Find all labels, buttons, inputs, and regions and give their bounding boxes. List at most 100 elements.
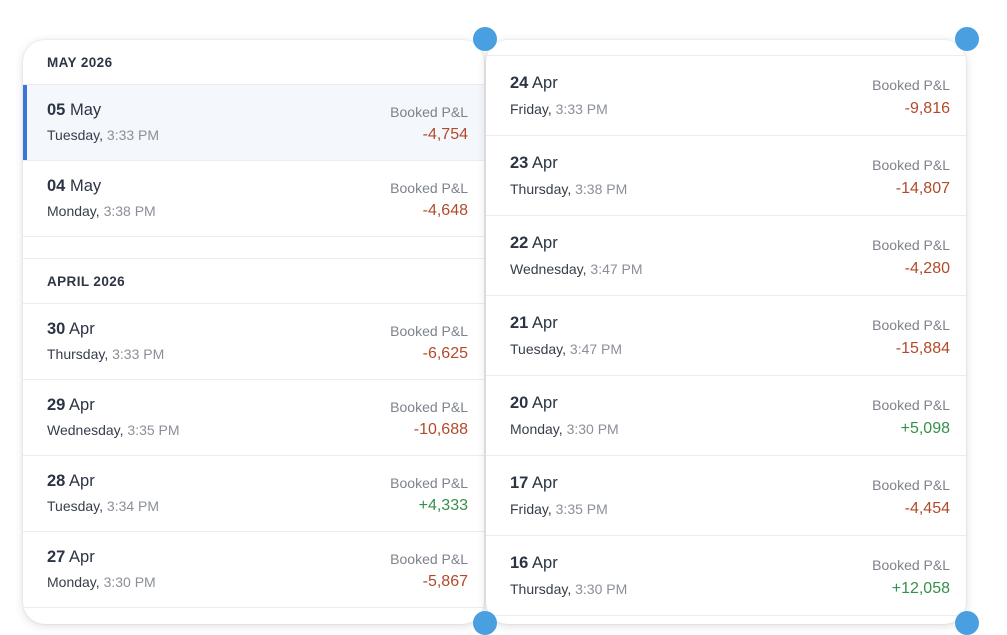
booked-pnl-label: Booked P&L bbox=[872, 157, 950, 173]
resize-handle-top-left[interactable] bbox=[473, 27, 497, 51]
entry-month: Apr bbox=[532, 154, 558, 172]
entry-weekday-time: Monday, 3:38 PM bbox=[47, 203, 156, 219]
pnl-entry-row[interactable]: 27 Apr Monday, 3:30 PM Booked P&L -5,867 bbox=[23, 532, 484, 608]
entry-date: 24 Apr bbox=[510, 74, 558, 93]
pnl-entry-row[interactable]: 28 Apr Tuesday, 3:34 PM Booked P&L +4,33… bbox=[23, 456, 484, 532]
entry-month: Apr bbox=[532, 554, 558, 572]
entry-day: 29 bbox=[47, 396, 66, 414]
booked-pnl-value: -4,280 bbox=[904, 260, 950, 277]
entry-weekday-time: Tuesday, 3:33 PM bbox=[47, 127, 159, 143]
pnl-entry-row[interactable]: 29 Apr Wednesday, 3:35 PM Booked P&L -10… bbox=[23, 380, 484, 456]
entry-month: May bbox=[69, 101, 102, 119]
section-spacer bbox=[23, 237, 484, 259]
entry-time: 3:33 PM bbox=[106, 127, 160, 143]
pnl-entry-row[interactable]: 05 May Tuesday, 3:33 PM Booked P&L -4,75… bbox=[23, 85, 484, 161]
entry-day: 20 bbox=[510, 394, 529, 412]
entry-weekday: Friday, bbox=[510, 101, 552, 117]
pnl-entry-row[interactable]: 30 Apr Thursday, 3:33 PM Booked P&L -6,6… bbox=[23, 304, 484, 380]
booked-pnl-value: -5,867 bbox=[422, 573, 468, 590]
entry-month: Apr bbox=[69, 396, 95, 414]
booked-pnl-value: -4,454 bbox=[904, 500, 950, 517]
entry-date: 17 Apr bbox=[510, 474, 558, 493]
entry-weekday-time: Monday, 3:30 PM bbox=[510, 421, 619, 437]
booked-pnl-value: -15,884 bbox=[895, 340, 950, 357]
entry-weekday-time: Thursday, 3:38 PM bbox=[510, 181, 627, 197]
entry-date: 20 Apr bbox=[510, 394, 558, 413]
entry-time: 3:30 PM bbox=[103, 574, 156, 590]
entry-date: 05 May bbox=[47, 101, 101, 120]
pnl-entry-row[interactable]: 22 Apr Wednesday, 3:47 PM Booked P&L -4,… bbox=[486, 216, 966, 296]
entry-weekday-time: Thursday, 3:30 PM bbox=[510, 581, 627, 597]
entry-date: 04 May bbox=[47, 177, 101, 196]
entry-weekday: Friday, bbox=[510, 501, 552, 517]
entry-date: 29 Apr bbox=[47, 396, 95, 415]
booked-pnl-label: Booked P&L bbox=[872, 397, 950, 413]
entry-month: Apr bbox=[69, 320, 95, 338]
top-spacer bbox=[486, 40, 966, 56]
entry-date: 21 Apr bbox=[510, 314, 558, 333]
booked-pnl-label: Booked P&L bbox=[390, 399, 468, 415]
booked-pnl-label: Booked P&L bbox=[872, 77, 950, 93]
booked-pnl-label: Booked P&L bbox=[872, 317, 950, 333]
entry-date: 16 Apr bbox=[510, 554, 558, 573]
booked-pnl-label: Booked P&L bbox=[390, 180, 468, 196]
entry-day: 27 bbox=[47, 548, 66, 566]
booked-pnl-label: Booked P&L bbox=[390, 104, 468, 120]
entry-month: Apr bbox=[532, 314, 558, 332]
entry-weekday: Wednesday, bbox=[47, 422, 124, 438]
booked-pnl-value: -14,807 bbox=[895, 180, 950, 197]
entry-day: 04 bbox=[47, 177, 66, 195]
entry-month: Apr bbox=[532, 474, 558, 492]
booked-pnl-label: Booked P&L bbox=[872, 237, 950, 253]
booked-pnl-label: Booked P&L bbox=[390, 551, 468, 567]
entry-weekday-time: Thursday, 3:33 PM bbox=[47, 346, 164, 362]
resize-handle-bottom-left[interactable] bbox=[473, 611, 497, 635]
entry-weekday-time: Tuesday, 3:34 PM bbox=[47, 498, 159, 514]
booked-pnl-value: -4,754 bbox=[422, 126, 468, 143]
entry-time: 3:30 PM bbox=[575, 581, 628, 597]
booked-pnl-value: -9,816 bbox=[904, 100, 950, 117]
entry-weekday: Wednesday, bbox=[510, 261, 587, 277]
entry-weekday: Thursday, bbox=[510, 181, 572, 197]
pnl-entry-row[interactable]: 16 Apr Thursday, 3:30 PM Booked P&L +12,… bbox=[486, 536, 966, 616]
entry-date: 22 Apr bbox=[510, 234, 558, 253]
entry-time: 3:47 PM bbox=[590, 261, 643, 277]
pnl-list-panel-left: MAY 2026 05 May Tuesday, 3:33 PM Booked … bbox=[23, 40, 484, 624]
entry-month: Apr bbox=[532, 234, 558, 252]
entry-weekday-time: Wednesday, 3:35 PM bbox=[47, 422, 180, 438]
pnl-entry-row[interactable]: 21 Apr Tuesday, 3:47 PM Booked P&L -15,8… bbox=[486, 296, 966, 376]
pnl-entry-row[interactable]: 20 Apr Monday, 3:30 PM Booked P&L +5,098 bbox=[486, 376, 966, 456]
entry-date: 23 Apr bbox=[510, 154, 558, 173]
entry-time: 3:38 PM bbox=[575, 181, 628, 197]
entry-weekday-time: Monday, 3:30 PM bbox=[47, 574, 156, 590]
resize-handle-bottom-right[interactable] bbox=[955, 611, 979, 635]
entry-time: 3:35 PM bbox=[127, 422, 180, 438]
entry-day: 22 bbox=[510, 234, 529, 252]
pnl-entry-row[interactable]: 17 Apr Friday, 3:35 PM Booked P&L -4,454 bbox=[486, 456, 966, 536]
entry-weekday-time: Friday, 3:35 PM bbox=[510, 501, 608, 517]
pnl-entry-row[interactable]: 24 Apr Friday, 3:33 PM Booked P&L -9,816 bbox=[486, 56, 966, 136]
entry-weekday-time: Friday, 3:33 PM bbox=[510, 101, 608, 117]
entry-time: 3:33 PM bbox=[555, 101, 608, 117]
booked-pnl-value: +5,098 bbox=[900, 420, 950, 437]
entry-time: 3:30 PM bbox=[566, 421, 619, 437]
pnl-entry-row[interactable]: 23 Apr Thursday, 3:38 PM Booked P&L -14,… bbox=[486, 136, 966, 216]
booked-pnl-label: Booked P&L bbox=[390, 475, 468, 491]
entry-day: 24 bbox=[510, 74, 529, 92]
booked-pnl-value: -10,688 bbox=[413, 421, 468, 438]
entry-day: 16 bbox=[510, 554, 529, 572]
booked-pnl-label: Booked P&L bbox=[872, 477, 950, 493]
entry-month: Apr bbox=[69, 548, 95, 566]
entry-weekday: Tuesday, bbox=[510, 341, 567, 357]
entry-weekday: Thursday, bbox=[510, 581, 572, 597]
booked-pnl-value: +12,058 bbox=[891, 580, 950, 597]
entry-weekday: Thursday, bbox=[47, 346, 109, 362]
entry-month: May bbox=[69, 177, 102, 195]
pnl-entry-row[interactable]: 04 May Monday, 3:38 PM Booked P&L -4,648 bbox=[23, 161, 484, 237]
entry-day: 28 bbox=[47, 472, 66, 490]
resize-handle-top-right[interactable] bbox=[955, 27, 979, 51]
entry-weekday: Monday, bbox=[47, 203, 100, 219]
entry-day: 21 bbox=[510, 314, 529, 332]
entry-time: 3:34 PM bbox=[106, 498, 160, 514]
booked-pnl-label: Booked P&L bbox=[872, 557, 950, 573]
